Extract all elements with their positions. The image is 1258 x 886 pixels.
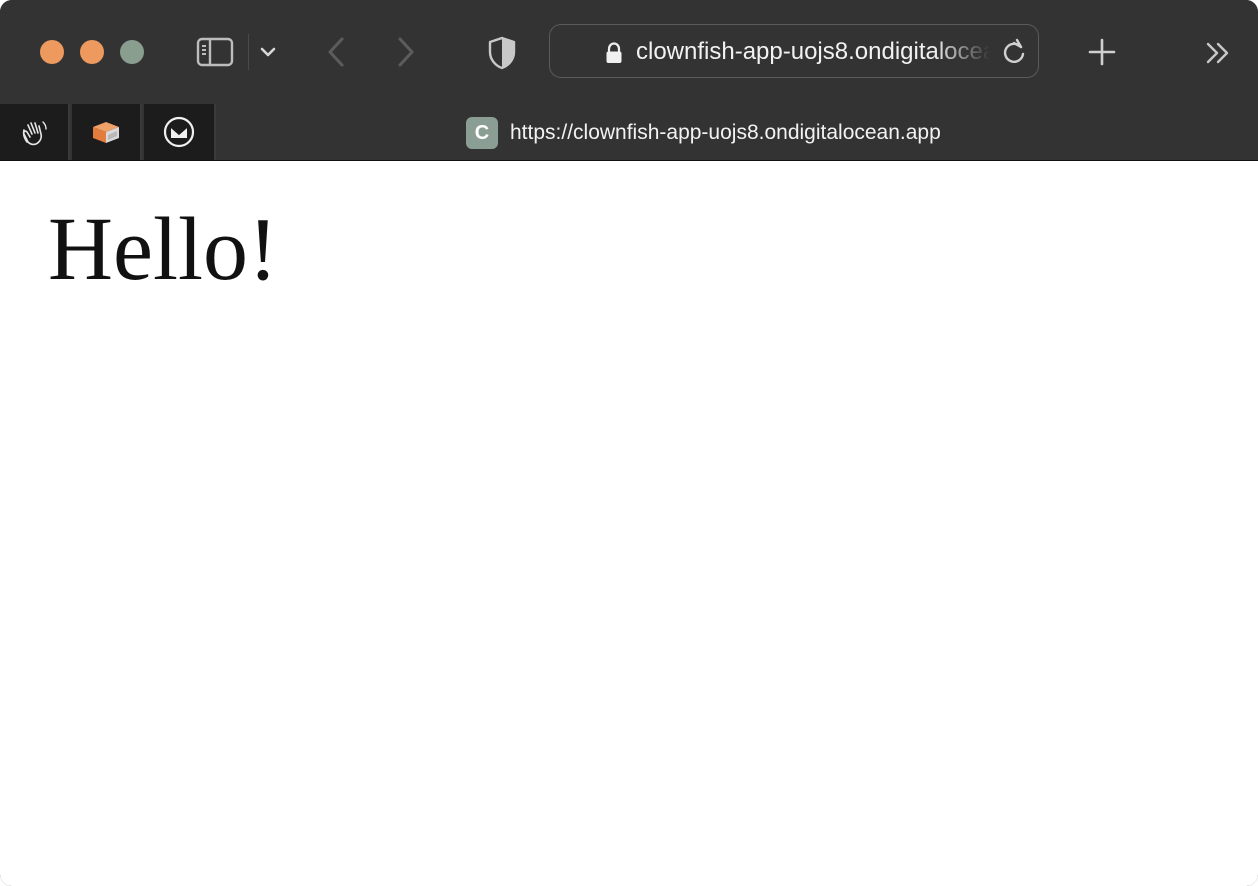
tab-favicon: C	[466, 117, 498, 149]
page-content: Hello!	[0, 161, 1258, 886]
toolbar-divider	[248, 34, 249, 70]
address-bar[interactable]: clownfish-app-uojs8.ondigitalocean.app	[549, 24, 1039, 78]
forward-arrow-icon[interactable]	[388, 32, 424, 72]
sidebar-icon[interactable]	[192, 32, 238, 72]
reload-icon[interactable]	[1000, 38, 1028, 66]
envelope-circle-icon[interactable]	[144, 104, 216, 160]
page-heading: Hello!	[48, 200, 278, 299]
lock-icon	[604, 42, 624, 64]
hand-wave-icon[interactable]	[0, 104, 70, 160]
browser-window: clownfish-app-uojs8.ondigitalocean.app	[0, 0, 1258, 886]
orange-box-icon[interactable]	[72, 104, 142, 160]
chevron-down-icon[interactable]	[254, 38, 282, 66]
active-tab[interactable]: C https://clownfish-app-uojs8.ondigitalo…	[466, 116, 941, 150]
back-arrow-icon[interactable]	[318, 32, 354, 72]
maximize-window-button[interactable]	[120, 40, 144, 64]
minimize-window-button[interactable]	[80, 40, 104, 64]
plus-icon[interactable]	[1082, 32, 1122, 72]
double-chevron-right-icon[interactable]	[1198, 36, 1238, 70]
tab-title: https://clownfish-app-uojs8.ondigitaloce…	[510, 121, 941, 144]
browser-toolbar: clownfish-app-uojs8.ondigitalocean.app	[0, 0, 1258, 104]
address-text[interactable]: clownfish-app-uojs8.ondigitalocean.app	[636, 37, 990, 67]
privacy-shield-icon[interactable]	[480, 32, 524, 74]
close-window-button[interactable]	[40, 40, 64, 64]
